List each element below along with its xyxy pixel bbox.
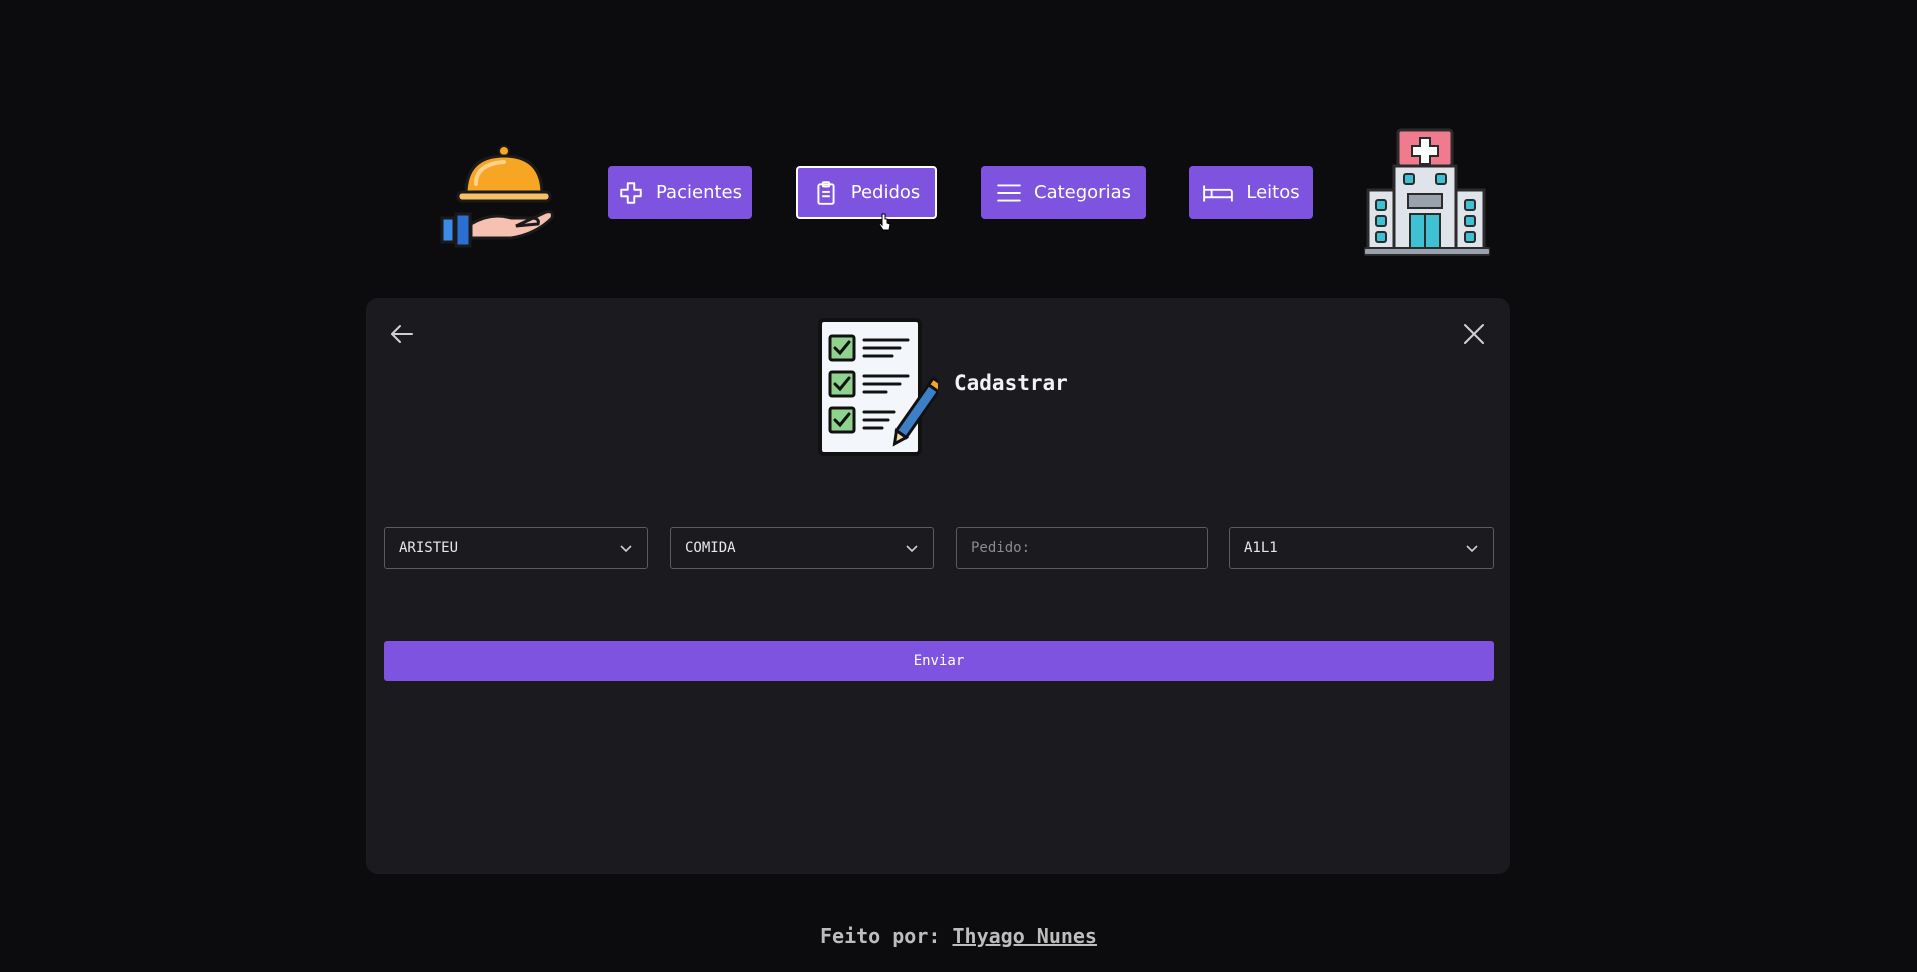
form-title: Cadastrar — [954, 371, 1068, 395]
leito-select[interactable]: A1L1 — [1229, 527, 1494, 569]
chevron-down-icon — [620, 545, 632, 553]
order-form-card: Cadastrar ARISTEU COMIDA A1L1 Enviar — [366, 298, 1510, 874]
food-service-cloche-icon — [440, 145, 554, 248]
nav-label-leitos: Leitos — [1246, 182, 1300, 203]
paciente-select[interactable]: ARISTEU — [384, 527, 648, 569]
paciente-select-value: ARISTEU — [399, 540, 459, 556]
close-icon[interactable] — [1460, 320, 1488, 348]
author-link[interactable]: Thyago Nunes — [952, 924, 1097, 948]
pedido-input[interactable] — [971, 540, 1193, 556]
nav-label-pedidos: Pedidos — [850, 182, 921, 203]
footer-prefix: Feito por: — [820, 924, 941, 948]
nav-button-categorias[interactable]: Categorias — [981, 166, 1146, 219]
mouse-pointer-icon — [878, 213, 891, 231]
chevron-down-icon — [906, 545, 918, 553]
top-navigation: Pacientes Pedidos Categorias Leitos — [436, 128, 1490, 258]
menu-lines-icon — [997, 183, 1021, 202]
categoria-select[interactable]: COMIDA — [670, 527, 934, 569]
chevron-down-icon — [1466, 545, 1478, 553]
leito-select-value: A1L1 — [1244, 540, 1278, 556]
pedido-field[interactable] — [956, 527, 1208, 569]
bed-icon — [1203, 185, 1234, 202]
nav-button-pedidos[interactable]: Pedidos — [796, 166, 937, 219]
clipboard-icon — [817, 180, 835, 205]
checklist-icon — [818, 318, 938, 456]
nav-label-pacientes: Pacientes — [656, 182, 742, 203]
submit-button[interactable]: Enviar — [384, 641, 1494, 681]
plus-outline-icon — [620, 181, 642, 204]
back-arrow-icon[interactable] — [388, 320, 416, 348]
categoria-select-value: COMIDA — [685, 540, 736, 556]
footer: Feito por: Thyago Nunes — [0, 924, 1917, 948]
nav-label-categorias: Categorias — [1034, 182, 1131, 203]
nav-button-pacientes[interactable]: Pacientes — [608, 166, 752, 219]
nav-button-leitos[interactable]: Leitos — [1189, 166, 1313, 219]
hospital-building-icon — [1364, 128, 1490, 256]
page: Pacientes Pedidos Categorias Leitos Cada… — [0, 0, 1917, 972]
